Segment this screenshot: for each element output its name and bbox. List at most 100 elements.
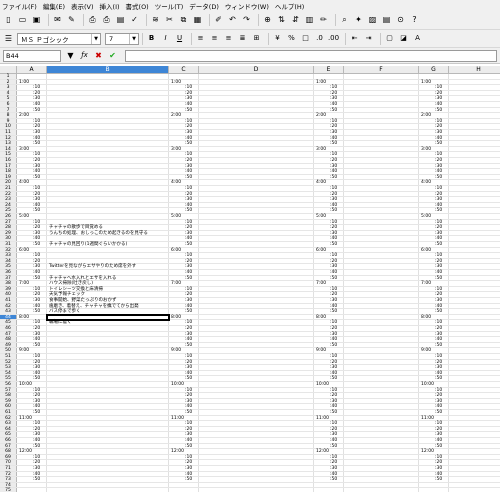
cell-g[interactable]: :50: [435, 444, 442, 449]
row-header[interactable]: 73: [0, 477, 17, 482]
row-header[interactable]: 12: [0, 135, 17, 140]
cell-c[interactable]: :50: [185, 343, 192, 348]
cell-g[interactable]: 10:00: [421, 382, 434, 387]
cell-a[interactable]: :40: [33, 404, 40, 410]
cell-a[interactable]: 4:00: [19, 180, 29, 186]
cell-e[interactable]: 7:00: [316, 281, 326, 286]
cell-e[interactable]: :10: [330, 354, 337, 359]
cell-e[interactable]: :30: [330, 466, 337, 471]
cell-a[interactable]: :50: [33, 108, 40, 113]
cell-a[interactable]: :30: [33, 365, 40, 370]
cell-g[interactable]: :40: [435, 203, 442, 208]
cell-g[interactable]: :20: [435, 158, 442, 163]
cell-e[interactable]: :50: [330, 477, 337, 482]
cell-g[interactable]: :50: [435, 276, 442, 281]
cell-g[interactable]: :50: [435, 376, 442, 382]
cell-g[interactable]: :10: [435, 354, 442, 359]
cell-b[interactable]: 天気予報チェック: [49, 292, 85, 298]
cell-c[interactable]: :40: [185, 438, 192, 443]
cell-c[interactable]: :40: [185, 203, 192, 208]
cell-a[interactable]: :40: [33, 203, 40, 208]
row-header[interactable]: 66: [0, 438, 17, 443]
row-header[interactable]: 14: [0, 146, 17, 152]
cell-e[interactable]: :30: [330, 231, 337, 236]
bold-icon[interactable]: B: [146, 33, 157, 44]
borders-icon[interactable]: ▢: [384, 33, 395, 44]
cell-a[interactable]: :10: [33, 253, 40, 258]
cell-g[interactable]: :20: [435, 225, 442, 230]
cell-e[interactable]: :20: [330, 326, 337, 331]
row-header[interactable]: 7: [0, 107, 17, 112]
cell-e[interactable]: :50: [330, 141, 337, 146]
cell-a[interactable]: 8:00: [19, 315, 29, 320]
cell-g[interactable]: :40: [435, 169, 442, 174]
align-center-icon[interactable]: ≡: [209, 33, 220, 44]
row-header[interactable]: 75: [0, 488, 17, 492]
cell-e[interactable]: :10: [330, 85, 337, 90]
row-header[interactable]: 63: [0, 421, 17, 426]
cell-g[interactable]: 7:00: [421, 281, 431, 286]
cell-b[interactable]: チャチャへ水入れとエサを入れる: [49, 276, 116, 281]
cell-e[interactable]: :10: [330, 220, 337, 225]
column-header-a[interactable]: A: [17, 66, 47, 74]
cell-e[interactable]: 3:00: [316, 147, 326, 152]
row-header[interactable]: 26: [0, 214, 17, 219]
cell-c[interactable]: 8:00: [171, 315, 181, 320]
cell-a[interactable]: :10: [33, 85, 40, 90]
cell-a[interactable]: :40: [33, 136, 40, 141]
cell-c[interactable]: :50: [185, 410, 192, 415]
cell-e[interactable]: :50: [330, 309, 337, 314]
cell-e[interactable]: 8:00: [316, 315, 326, 320]
cell-c[interactable]: :30: [185, 197, 192, 202]
cell-c[interactable]: :10: [185, 85, 192, 90]
cell-g[interactable]: :50: [435, 175, 442, 180]
cell-c[interactable]: :10: [185, 119, 192, 124]
cell-e[interactable]: :40: [330, 270, 337, 275]
cell-a[interactable]: :50: [33, 477, 40, 482]
cell-a[interactable]: :30: [33, 231, 40, 236]
increase-indent-icon[interactable]: ⇥: [363, 33, 374, 44]
underline-icon[interactable]: U: [174, 33, 185, 44]
cell-a[interactable]: :40: [33, 169, 40, 174]
font-size-combo[interactable]: 7 ▼: [105, 32, 139, 45]
active-cell-cursor[interactable]: [46, 313, 170, 322]
sort-ascending-icon[interactable]: ⇅: [276, 15, 287, 26]
cell-c[interactable]: :50: [185, 376, 192, 382]
name-box[interactable]: B44: [3, 49, 61, 62]
row-header[interactable]: 3: [0, 85, 17, 90]
row-header[interactable]: 24: [0, 202, 17, 208]
row-header[interactable]: 23: [0, 197, 17, 202]
cell-c[interactable]: :20: [185, 91, 192, 96]
cell-e[interactable]: :10: [330, 421, 337, 426]
cell-e[interactable]: 11:00: [316, 416, 329, 421]
cell-e[interactable]: :20: [330, 460, 337, 466]
print-preview-icon[interactable]: ▤: [115, 15, 126, 26]
cell-g[interactable]: :10: [435, 287, 442, 292]
cell-e[interactable]: :30: [330, 96, 337, 102]
row-header[interactable]: 60: [0, 404, 17, 409]
row-header[interactable]: 30: [0, 236, 17, 241]
draw-functions-icon[interactable]: ✏: [318, 15, 329, 26]
cell-g[interactable]: :50: [435, 108, 442, 113]
cell-e[interactable]: :20: [330, 158, 337, 163]
cell-g[interactable]: :20: [435, 124, 442, 130]
cell-b[interactable]: うんちの処理、おしっこのため起きるのを見守る: [49, 231, 148, 236]
row-header[interactable]: 65: [0, 432, 17, 437]
chevron-down-icon[interactable]: ▼: [91, 33, 100, 44]
cell-a[interactable]: :30: [33, 264, 40, 270]
cell-c[interactable]: :30: [185, 298, 192, 303]
cell-c[interactable]: :40: [185, 472, 192, 477]
row-header[interactable]: 38: [0, 281, 17, 286]
cell-c[interactable]: :50: [185, 208, 192, 214]
cell-g[interactable]: :30: [435, 130, 442, 135]
cell-g[interactable]: 2:00: [421, 113, 431, 118]
row-header[interactable]: 62: [0, 415, 17, 420]
cell-a[interactable]: :10: [33, 287, 40, 292]
cell-e[interactable]: :40: [330, 337, 337, 342]
background-color-icon[interactable]: ◪: [398, 33, 409, 44]
cell-c[interactable]: :50: [185, 309, 192, 314]
cell-g[interactable]: :30: [435, 399, 442, 404]
cell-g[interactable]: :30: [435, 432, 442, 438]
row-header[interactable]: 54: [0, 370, 17, 376]
cell-b[interactable]: Twitterを見ながらエサやりのため席を外す: [49, 264, 136, 270]
